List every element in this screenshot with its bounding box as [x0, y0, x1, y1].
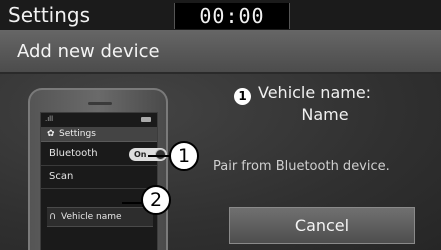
- page-title: Add new device: [17, 41, 160, 62]
- signal-icon: .ıll: [45, 115, 54, 123]
- cancel-label: Cancel: [294, 216, 350, 235]
- pair-message: Pair from Bluetooth device.: [213, 159, 390, 174]
- phone-illustration: .ıll ✿ Settings Bluetooth On Scan ∩ Vehi…: [28, 88, 168, 250]
- step-badge: 1: [234, 88, 251, 105]
- page-header: Add new device: [0, 30, 441, 74]
- phone-bluetooth-row: Bluetooth On: [41, 143, 167, 166]
- phone-scan-label: Scan: [49, 171, 74, 182]
- callout-1: 1: [169, 141, 199, 171]
- device-screen: Settings 00:00 Add new device .ıll ✿ Set…: [0, 0, 441, 250]
- phone-vehicle-item: ∩ Vehicle name: [47, 207, 153, 227]
- battery-icon: [141, 117, 151, 122]
- clock-box: 00:00: [174, 3, 290, 29]
- callout-2: 2: [141, 185, 171, 215]
- phone-scan-row: Scan: [41, 166, 157, 189]
- phone-screen: .ıll ✿ Settings Bluetooth On Scan ∩ Vehi…: [40, 112, 167, 250]
- status-bar: Settings 00:00: [0, 0, 441, 30]
- headphone-icon: ∩: [49, 211, 57, 222]
- phone-speaker: [88, 102, 112, 105]
- phone-bluetooth-label: Bluetooth: [49, 148, 98, 159]
- phone-vehicle-label: Vehicle name: [61, 212, 122, 222]
- status-title: Settings: [8, 3, 91, 27]
- phone-settings-bar: ✿ Settings: [41, 127, 157, 142]
- phone-settings-label: Settings: [59, 129, 96, 139]
- vehicle-name-value: Name: [301, 105, 349, 124]
- vehicle-name-label: Vehicle name:: [258, 83, 372, 102]
- toggle-label: On: [134, 150, 147, 159]
- clock: 00:00: [199, 4, 265, 28]
- cancel-button[interactable]: Cancel: [229, 207, 415, 244]
- gear-icon: ✿: [47, 129, 55, 139]
